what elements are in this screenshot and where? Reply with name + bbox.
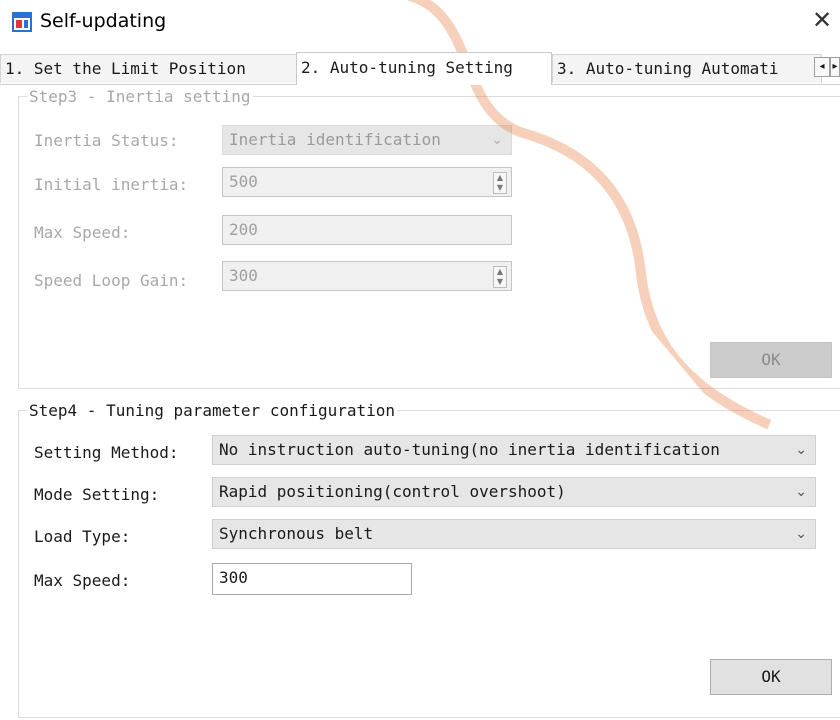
initial-inertia-label: Initial inertia: [34, 175, 189, 194]
tab-set-limit-position[interactable]: 1. Set the Limit Position [0, 54, 298, 83]
chevron-down-icon: ⌄ [791, 436, 807, 464]
step3-legend: Step3 - Inertia setting [29, 87, 251, 106]
chevron-down-icon: ⌄ [791, 520, 807, 548]
initial-inertia-value: 500 [229, 172, 258, 191]
speed-loop-gain-label: Speed Loop Gain: [34, 271, 189, 290]
chevron-down-icon: ⌄ [791, 478, 807, 506]
title-bar: Self-updating ✕ [0, 0, 840, 42]
app-window-icon [12, 12, 32, 32]
step3-ok-button: OK [710, 342, 832, 378]
mode-setting-select[interactable]: Rapid positioning(control overshoot) ⌄ [212, 477, 816, 507]
step4-max-speed-value: 300 [219, 568, 248, 587]
step4-ok-button[interactable]: OK [710, 659, 832, 695]
setting-method-select[interactable]: No instruction auto-tuning(no inertia id… [212, 435, 816, 465]
tab-auto-tuning-setting[interactable]: 2. Auto-tuning Setting [296, 52, 552, 85]
step4-max-speed-label: Max Speed: [34, 571, 131, 590]
speed-loop-gain-value: 300 [229, 266, 258, 285]
spin-arrows-icon: ▲ ▼ [493, 266, 507, 288]
inertia-status-label: Inertia Status: [34, 131, 179, 150]
setting-method-value: No instruction auto-tuning(no inertia id… [219, 440, 720, 459]
window-title: Self-updating [40, 10, 167, 32]
load-type-select[interactable]: Synchronous belt ⌄ [212, 519, 816, 549]
initial-inertia-input: 500 ▲ ▼ [222, 167, 512, 197]
step3-max-speed-value: 200 [229, 220, 258, 239]
inertia-status-select: Inertia identification ⌄ [222, 125, 512, 155]
tab-auto-tuning-automatic[interactable]: 3. Auto-tuning Automati [552, 54, 822, 83]
spin-arrows-icon: ▲ ▼ [493, 172, 507, 194]
mode-setting-label: Mode Setting: [34, 485, 160, 504]
step4-legend: Step4 - Tuning parameter configuration [29, 401, 396, 420]
chevron-down-icon: ⌄ [491, 132, 503, 148]
speed-loop-gain-input: 300 ▲ ▼ [222, 261, 512, 291]
inertia-status-value: Inertia identification [229, 130, 441, 149]
mode-setting-value: Rapid positioning(control overshoot) [219, 482, 566, 501]
auto-tuning-setting-panel: Step3 - Inertia setting Inertia Status: … [0, 85, 840, 720]
step4-max-speed-input[interactable]: 300 [212, 563, 412, 595]
setting-method-label: Setting Method: [34, 443, 179, 462]
tab-scroll-right-icon[interactable]: ▸ [830, 57, 840, 77]
step3-max-speed-input: 200 [222, 215, 512, 245]
load-type-value: Synchronous belt [219, 524, 374, 543]
step3-max-speed-label: Max Speed: [34, 223, 131, 242]
close-icon[interactable]: ✕ [812, 6, 840, 34]
load-type-label: Load Type: [34, 527, 131, 546]
tab-scroll-left-icon[interactable]: ◂ [814, 57, 830, 77]
tab-strip: 1. Set the Limit Position 2. Auto-tuning… [0, 52, 840, 85]
